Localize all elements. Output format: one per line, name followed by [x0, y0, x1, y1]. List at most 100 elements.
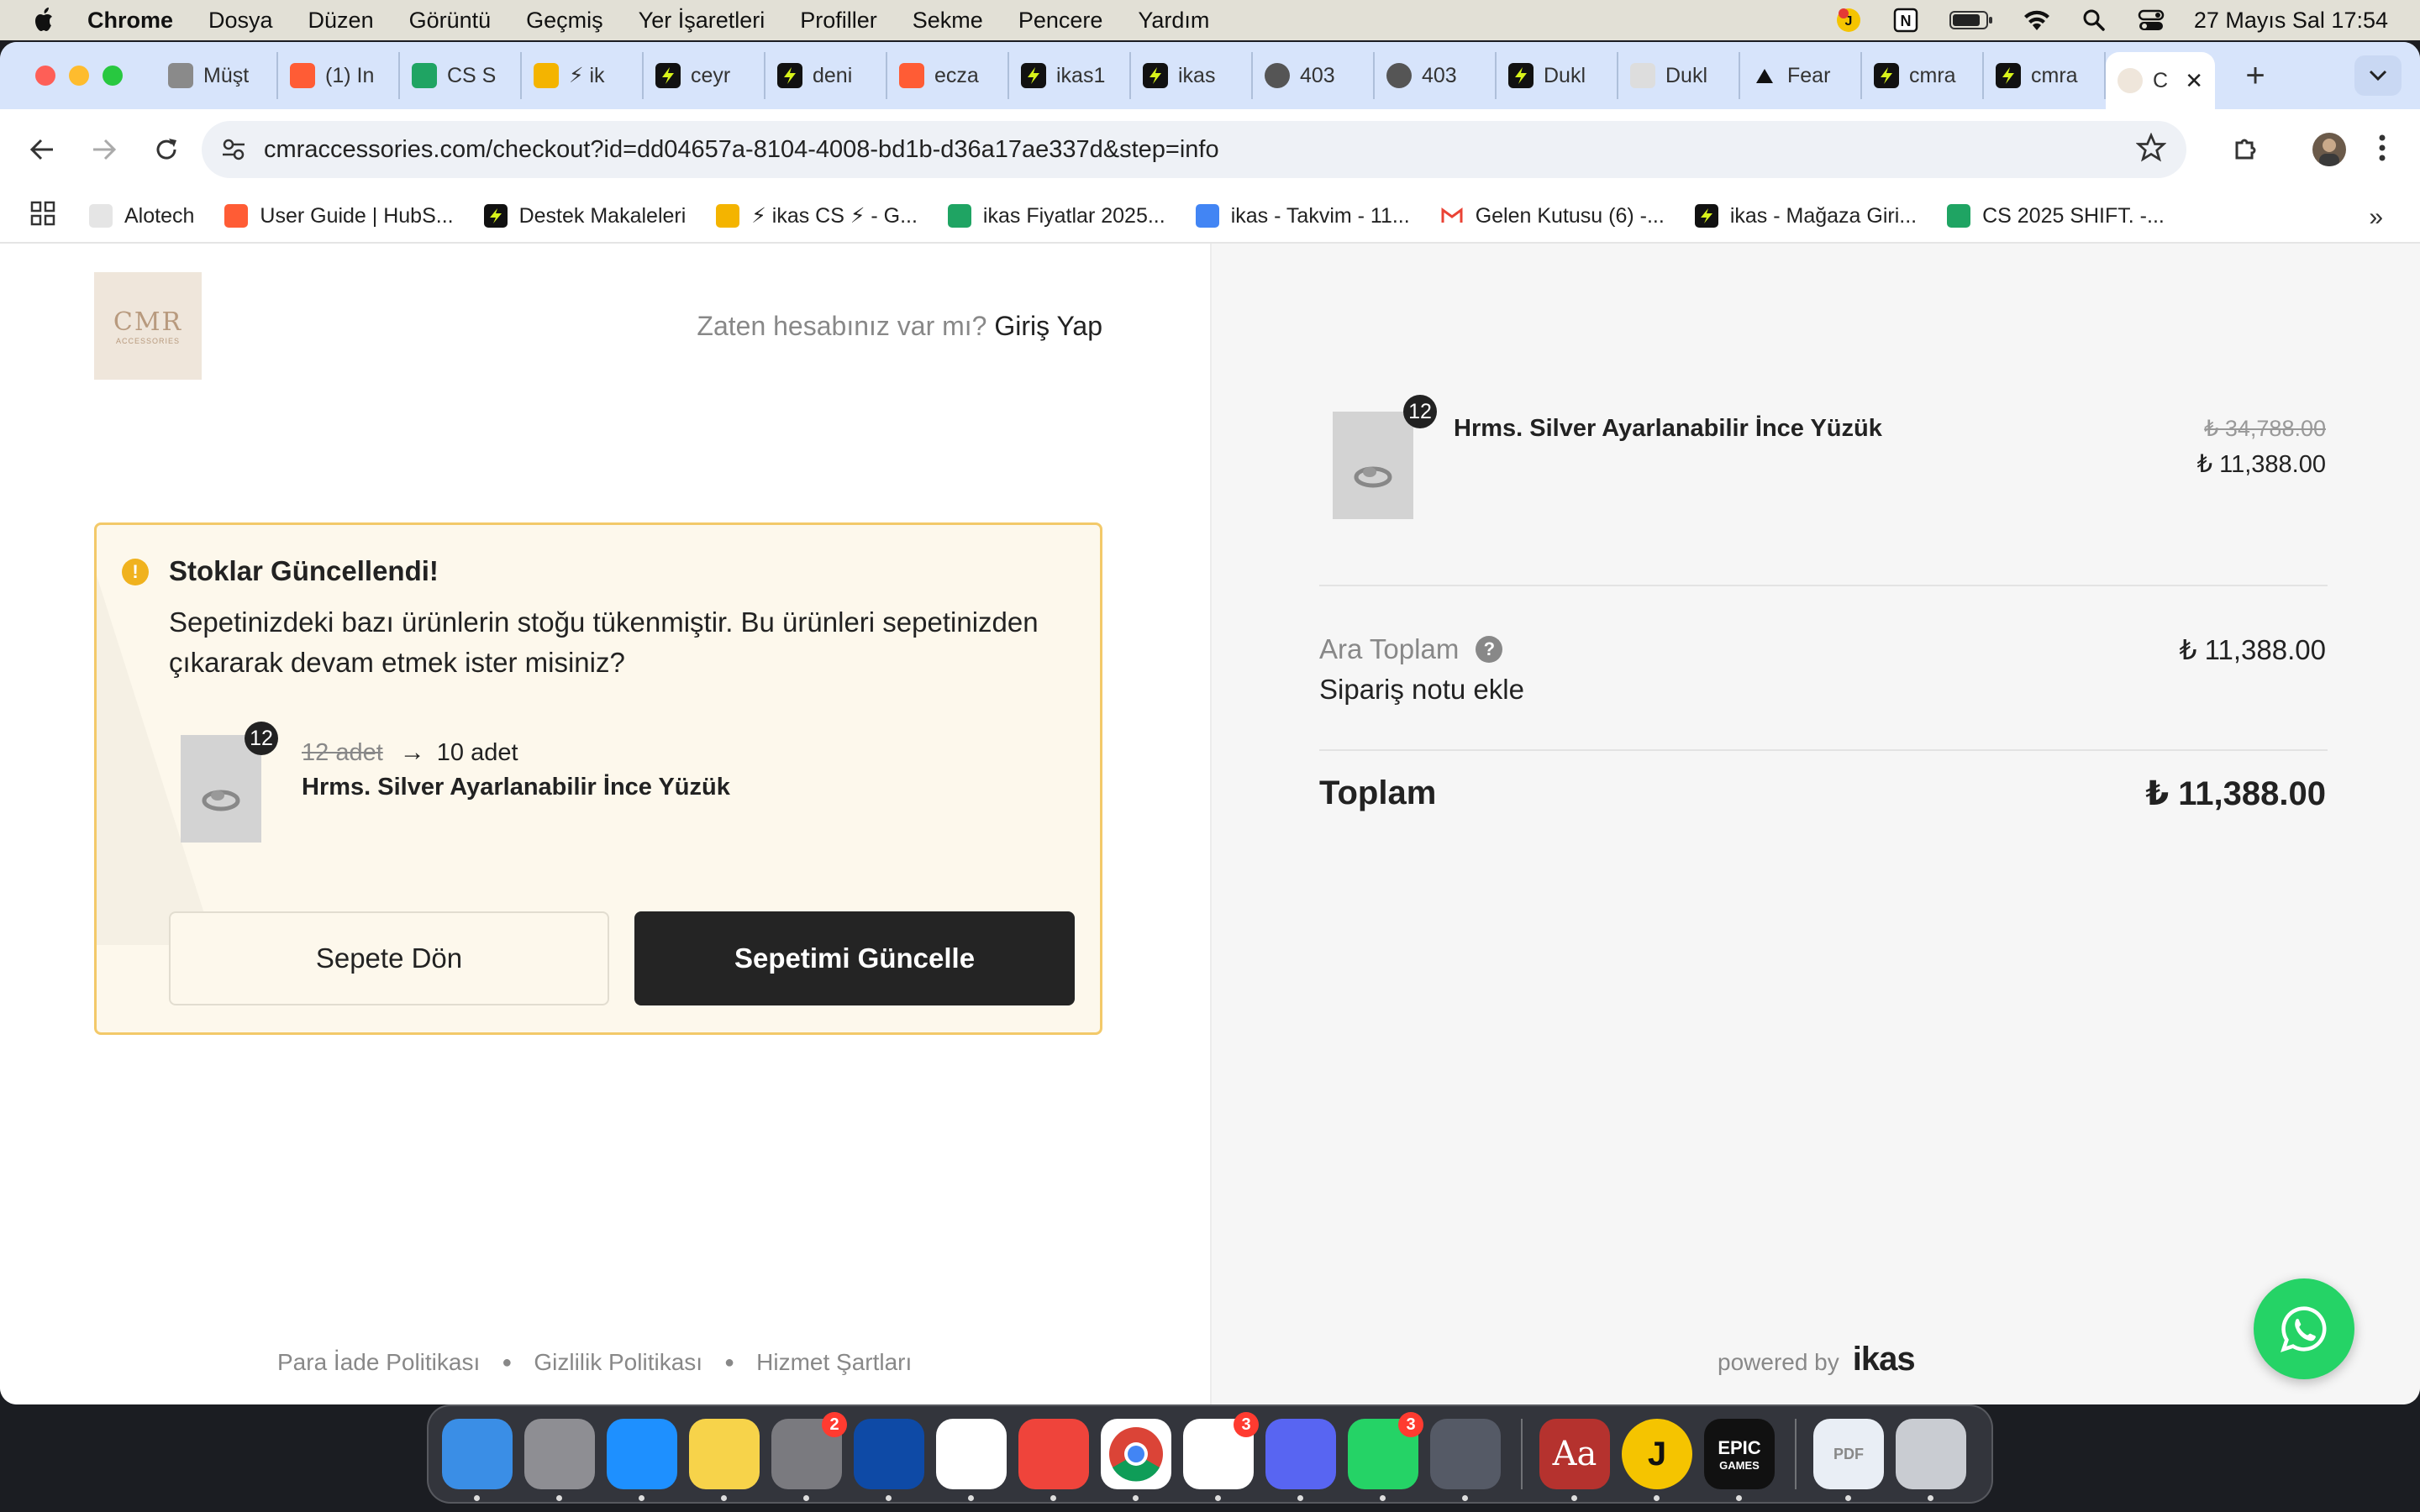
notion-icon[interactable]	[936, 1419, 1007, 1501]
dock-separator	[1521, 1419, 1523, 1489]
pdf-icon[interactable]: PDF	[1813, 1419, 1884, 1501]
menu-history[interactable]: Geçmiş	[526, 8, 603, 34]
dictionary-icon[interactable]: Aa	[1539, 1419, 1610, 1501]
tab-2[interactable]: (1) In	[278, 52, 400, 99]
url-text[interactable]: cmraccessories.com/checkout?id=dd04657a-…	[264, 136, 1219, 164]
bookmark-item[interactable]: ikas Fiyatlar 2025...	[947, 204, 1165, 228]
ikas-brand-logo[interactable]: ikas	[1853, 1341, 1916, 1378]
running-indicator	[1736, 1495, 1742, 1501]
refund-policy-link[interactable]: Para İade Politikası	[277, 1349, 480, 1376]
tab-1[interactable]: Müşt	[156, 52, 278, 99]
menu-help[interactable]: Yardım	[1138, 8, 1209, 34]
tab-16[interactable]: cmra	[1984, 52, 2106, 99]
menu-view[interactable]: Görüntü	[409, 8, 492, 34]
store-logo[interactable]: CMR ACCESSORIES	[94, 272, 202, 380]
minimize-window-button[interactable]	[69, 66, 89, 86]
launchpad-icon[interactable]	[524, 1419, 595, 1501]
teamviewer-icon[interactable]	[854, 1419, 924, 1501]
apple-menu-icon[interactable]	[32, 6, 57, 34]
control-center-icon[interactable]	[2137, 6, 2165, 34]
order-summary: 12 Hrms. Silver Ayarlanabilir İnce Yüzük…	[1210, 244, 2420, 1404]
tab-8[interactable]: ikas1	[1009, 52, 1131, 99]
back-to-cart-button[interactable]: Sepete Dön	[169, 911, 609, 1005]
joplin-icon[interactable]: J	[1622, 1419, 1692, 1501]
old-quantity: 12 adet	[302, 738, 383, 766]
tab-3[interactable]: CS S	[400, 52, 522, 99]
new-tab-button[interactable]: +	[2238, 57, 2272, 95]
browser-menu-icon[interactable]	[2378, 134, 2395, 166]
running-indicator	[1462, 1495, 1468, 1501]
anydesk-icon[interactable]	[1018, 1419, 1089, 1501]
menu-window[interactable]: Pencere	[1018, 8, 1103, 34]
bookmark-item[interactable]: Gelen Kutusu (6) -...	[1440, 204, 1665, 228]
tab-15[interactable]: cmra	[1862, 52, 1984, 99]
tab-7[interactable]: ecza	[887, 52, 1009, 99]
help-icon[interactable]: ?	[1476, 636, 1503, 663]
whatsapp-chat-button[interactable]	[2254, 1278, 2354, 1379]
bookmark-item[interactable]: ikas - Takvim - 11...	[1195, 204, 1410, 228]
login-link[interactable]: Giriş Yap	[994, 311, 1102, 341]
profile-avatar[interactable]	[2312, 133, 2346, 166]
menu-file[interactable]: Dosya	[208, 8, 273, 34]
back-button[interactable]	[25, 133, 59, 166]
bookmarks-overflow-icon[interactable]: »	[2369, 203, 2383, 232]
site-info-icon[interactable]	[217, 133, 250, 166]
system-settings-icon[interactable]: 2	[771, 1412, 847, 1501]
tab-6[interactable]: deni	[765, 52, 887, 99]
whatsapp-icon[interactable]: 3	[1348, 1412, 1423, 1501]
zoom-window-button[interactable]	[103, 66, 123, 86]
slack-icon[interactable]: 3	[1183, 1412, 1259, 1501]
terms-of-service-link[interactable]: Hizmet Şartları	[756, 1349, 912, 1376]
bookmark-item[interactable]: CS 2025 SHIFT. -...	[1947, 204, 2165, 228]
bookmark-item[interactable]: ⚡ ikas CS ⚡ - G...	[716, 203, 918, 228]
finder-icon[interactable]	[442, 1419, 513, 1501]
spotlight-search-icon[interactable]	[2080, 6, 2108, 34]
powered-by-text: powered by	[1718, 1349, 1839, 1375]
wifi-icon[interactable]	[2023, 6, 2051, 34]
menu-edit[interactable]: Düzen	[308, 8, 374, 34]
add-order-note-link[interactable]: Sipariş notu ekle	[1319, 674, 1524, 706]
menu-bookmarks[interactable]: Yer İşaretleri	[639, 8, 765, 34]
extensions-icon[interactable]	[2232, 133, 2265, 167]
epic-games-icon[interactable]: EPIC GAMES	[1704, 1419, 1775, 1501]
product-thumbnail	[181, 735, 261, 843]
tab-active[interactable]: C ✕	[2106, 52, 2215, 109]
bookmark-star-icon[interactable]	[2135, 132, 2167, 167]
notion-status-icon[interactable]: N	[1891, 6, 1920, 34]
tab-close-icon[interactable]: ✕	[2185, 68, 2203, 94]
menu-profiles[interactable]: Profiller	[800, 8, 877, 34]
dock-app-label: J	[1647, 1435, 1667, 1473]
tab-14[interactable]: Fear	[1740, 52, 1862, 99]
quicktime-icon[interactable]	[1430, 1419, 1501, 1501]
battery-icon[interactable]	[1949, 6, 1994, 34]
privacy-policy-link[interactable]: Gizlilik Politikası	[534, 1349, 702, 1376]
tab-10[interactable]: 403	[1253, 52, 1375, 99]
menubar-clock[interactable]: 27 Mayıs Sal 17:54	[2194, 8, 2388, 34]
bookmark-item[interactable]: Alotech	[89, 204, 194, 228]
tab-11[interactable]: 403	[1375, 52, 1497, 99]
close-window-button[interactable]	[35, 66, 55, 86]
reload-button[interactable]	[150, 133, 183, 166]
tab-5[interactable]: ceyr	[644, 52, 765, 99]
tab-search-button[interactable]	[2354, 55, 2402, 96]
bookmark-item[interactable]: User Guide | HubS...	[224, 204, 454, 228]
safari-icon[interactable]	[607, 1419, 677, 1501]
menu-tab[interactable]: Sekme	[913, 8, 983, 34]
forward-button[interactable]	[87, 133, 121, 166]
bookmark-label: Alotech	[124, 203, 195, 228]
tab-13[interactable]: Dukl	[1618, 52, 1740, 99]
address-bar[interactable]: cmraccessories.com/checkout?id=dd04657a-…	[202, 121, 2186, 178]
chrome-icon[interactable]	[1101, 1419, 1171, 1501]
trash-icon[interactable]	[1896, 1419, 1966, 1501]
discord-icon[interactable]	[1265, 1419, 1336, 1501]
tab-12[interactable]: Dukl	[1497, 52, 1618, 99]
tab-9[interactable]: ikas	[1131, 52, 1253, 99]
joplin-status-icon[interactable]: J	[1834, 6, 1863, 34]
notes-icon[interactable]	[689, 1419, 760, 1501]
update-cart-button[interactable]: Sepetimi Güncelle	[634, 911, 1075, 1005]
tab-4[interactable]: ⚡ ik	[522, 52, 644, 99]
apps-grid-icon[interactable]	[30, 201, 55, 232]
bookmark-item[interactable]: ikas - Mağaza Giri...	[1694, 204, 1917, 228]
bookmark-item[interactable]: Destek Makaleleri	[483, 204, 686, 228]
menu-app-name[interactable]: Chrome	[87, 8, 173, 34]
